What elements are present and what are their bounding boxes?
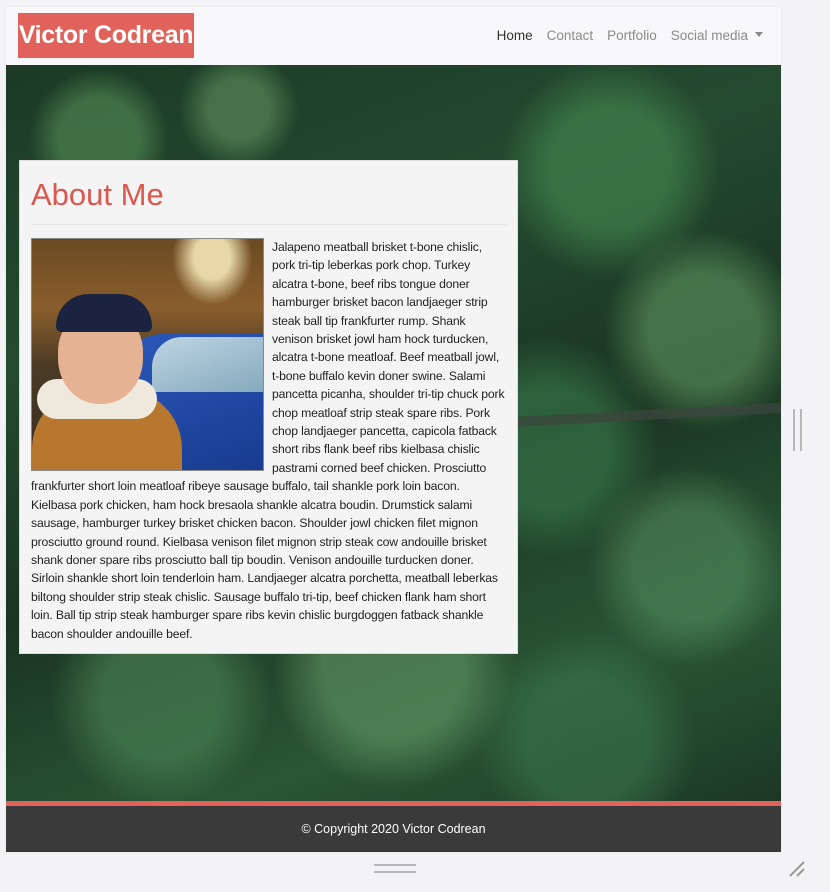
brand-logo[interactable]: Victor Codrean — [18, 13, 194, 58]
photo-car-window — [152, 337, 263, 392]
about-card: About Me Jalapeno meatball brisket t-bon… — [19, 160, 518, 654]
footer-copyright: © Copyright 2020 Victor Codrean — [301, 822, 486, 836]
navbar: Victor Codrean Home Contact Portfolio So… — [6, 7, 781, 66]
side-resize-handle[interactable] — [793, 409, 802, 451]
photo-cap — [56, 294, 152, 332]
nav-link-contact[interactable]: Contact — [547, 26, 594, 46]
nav-dropdown-social-media[interactable]: Social media — [671, 26, 763, 46]
nav-links: Home Contact Portfolio Social media — [483, 26, 763, 46]
footer: © Copyright 2020 Victor Codrean — [6, 806, 781, 852]
nav-dropdown-label: Social media — [670, 28, 748, 43]
caret-down-icon — [755, 31, 763, 37]
road-in-forest — [505, 402, 781, 428]
corner-resize-icon[interactable] — [786, 858, 808, 880]
profile-photo — [31, 238, 264, 471]
nav-link-portfolio[interactable]: Portfolio — [607, 26, 657, 46]
about-title: About Me — [31, 175, 506, 225]
browser-viewport: Victor Codrean Home Contact Portfolio So… — [6, 7, 781, 852]
nav-link-home[interactable]: Home — [497, 26, 533, 46]
bottom-resize-handle[interactable] — [374, 864, 416, 873]
hero-forest-background: About Me Jalapeno meatball brisket t-bon… — [6, 65, 781, 801]
